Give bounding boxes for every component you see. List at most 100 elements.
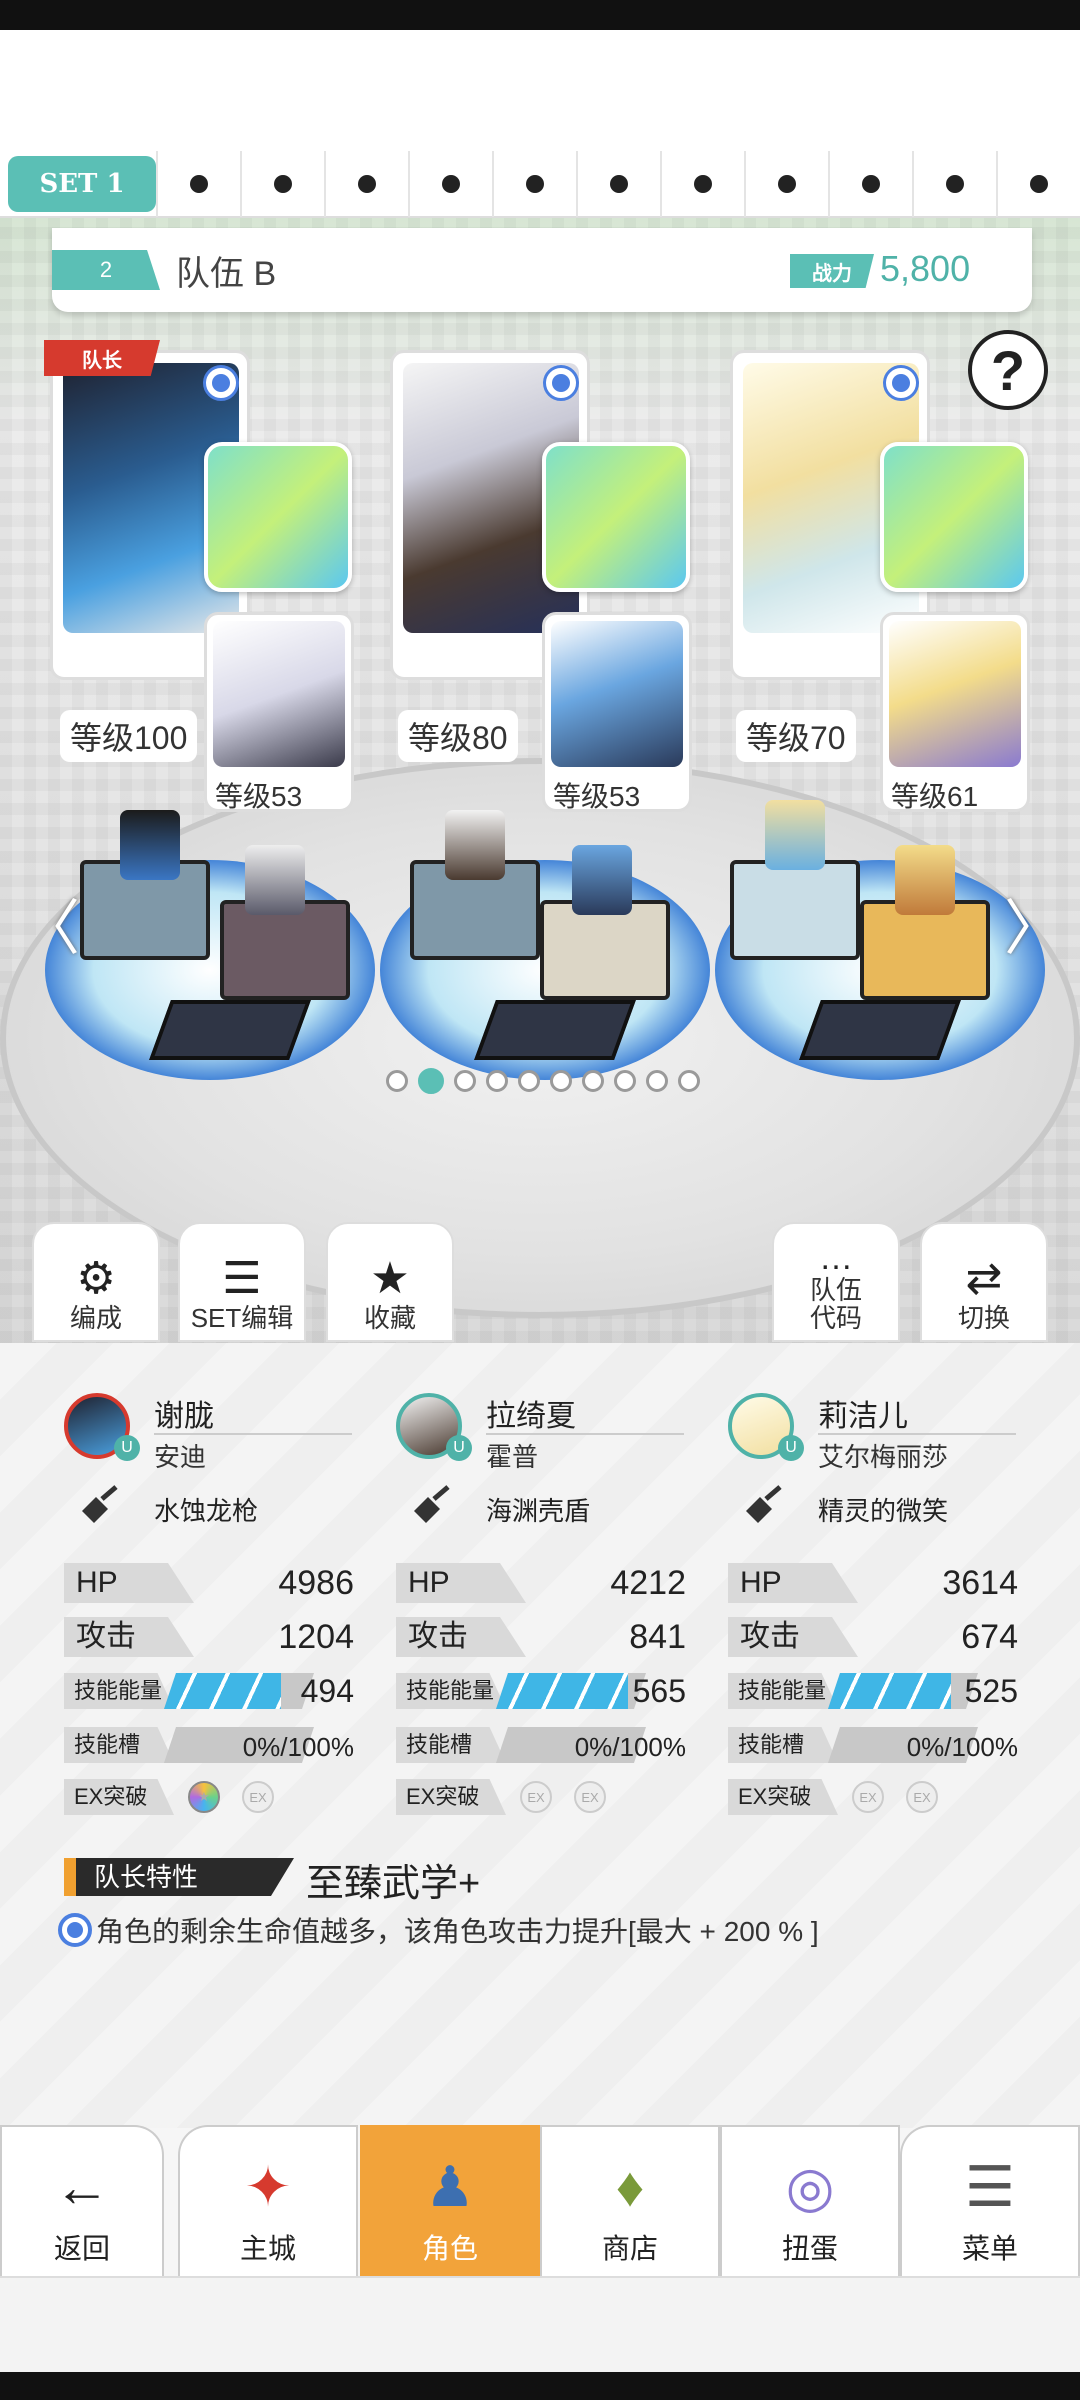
atk-value: 841 <box>629 1618 686 1656</box>
energy-fill <box>496 1673 628 1709</box>
set-tab[interactable] <box>492 151 576 217</box>
select-radio-icon[interactable] <box>203 365 239 401</box>
slot-label: 技能槽 <box>728 1727 838 1763</box>
shop-bag-icon: ♦ <box>615 2155 645 2218</box>
character-icon: ♟ <box>424 2155 476 2218</box>
page-dot[interactable] <box>518 1070 540 1092</box>
stats-column-3: U 莉洁儿 艾尔梅丽莎 精灵的微笑 HP 3614 攻击 674 技能能量 525 技… <box>728 1343 1028 1903</box>
spear-icon[interactable] <box>204 442 352 592</box>
sub-level: 等级61 <box>891 781 979 812</box>
sub-portrait-image <box>213 621 345 767</box>
select-radio-icon[interactable] <box>543 365 579 401</box>
energy-label: 技能能量 <box>64 1673 174 1709</box>
chevron-left-icon[interactable]: 〈 <box>20 880 80 967</box>
set-tab[interactable] <box>408 151 492 217</box>
set-tab[interactable] <box>660 151 744 217</box>
hp-label: HP <box>64 1563 194 1603</box>
page-dot[interactable] <box>454 1070 476 1092</box>
back-label: 返回 <box>53 2233 110 2264</box>
energy-gauge <box>164 1673 314 1709</box>
ex-badge[interactable]: EX <box>574 1781 606 1813</box>
energy-gauge <box>828 1673 978 1709</box>
page-dot[interactable] <box>386 1070 408 1092</box>
set-tab[interactable] <box>996 151 1080 217</box>
castle-icon: ✦ <box>244 2155 292 2218</box>
hp-value: 4212 <box>610 1564 686 1602</box>
swap-icon: ⇄ <box>965 1254 1003 1303</box>
select-radio-icon[interactable] <box>883 365 919 401</box>
hp-value: 3614 <box>942 1564 1018 1602</box>
person-gear-icon: ⚙ <box>76 1254 116 1303</box>
page-dot[interactable] <box>486 1070 508 1092</box>
nav-character[interactable]: ♟ 角色 <box>360 2125 540 2277</box>
set-tab-active[interactable]: SET 1 <box>8 156 156 212</box>
gacha-label: 扭蛋 <box>781 2233 838 2264</box>
page-dot[interactable] <box>582 1070 604 1092</box>
nav-main-city[interactable]: ✦ 主城 <box>178 2125 358 2277</box>
formation-button[interactable]: ⚙ 编成 <box>32 1222 160 1342</box>
set-tab[interactable] <box>324 151 408 217</box>
set-tab[interactable] <box>240 151 324 217</box>
divider <box>486 1433 684 1435</box>
energy-row: 技能能量 525 <box>728 1671 1018 1715</box>
pager <box>386 1068 700 1094</box>
atk-row: 攻击 841 <box>396 1617 686 1661</box>
page-dot[interactable] <box>646 1070 668 1092</box>
ex-badge[interactable]: EX <box>242 1781 274 1813</box>
set-tabs: SET 1 <box>0 151 1080 218</box>
ex-badge[interactable]: EX <box>852 1781 884 1813</box>
energy-fill <box>164 1673 281 1709</box>
set-tab[interactable] <box>576 151 660 217</box>
atk-value: 674 <box>961 1618 1018 1656</box>
sub-card-3[interactable]: 等级61 <box>880 612 1030 812</box>
captain-badge: 队长 <box>44 340 160 376</box>
team-bar: 2 队伍 B 战力 5,800 <box>52 228 1032 312</box>
pixel-sprite <box>245 845 305 915</box>
slot-label: 技能槽 <box>396 1727 506 1763</box>
team-code-label-2: 代码 <box>809 1303 862 1333</box>
hp-label: HP <box>728 1563 858 1603</box>
leader-trait-label: 队长特性 <box>64 1858 294 1896</box>
page-dot[interactable] <box>550 1070 572 1092</box>
member-level: 等级80 <box>398 710 518 762</box>
atk-label: 攻击 <box>728 1617 858 1657</box>
switch-button[interactable]: ⇄ 切换 <box>920 1222 1048 1342</box>
energy-value: 565 <box>632 1673 686 1709</box>
help-button[interactable]: ? <box>968 330 1048 410</box>
nav-menu[interactable]: ☰ 菜单 <box>900 2125 1080 2277</box>
partner-name: 安迪 <box>154 1442 207 1472</box>
nav-gacha[interactable]: ◎ 扭蛋 <box>720 2125 900 2277</box>
page-dot[interactable] <box>678 1070 700 1092</box>
shield-icon[interactable] <box>542 442 690 592</box>
list-icon: ☰ <box>222 1254 262 1303</box>
back-button[interactable]: ← 返回 <box>0 2125 164 2277</box>
weapon-icon <box>746 1485 782 1523</box>
stats-column-2: U 拉绮夏 霍普 海渊壳盾 HP 4212 攻击 841 技能能量 565 技能槽 0%… <box>396 1343 696 1903</box>
page-dot-active[interactable] <box>418 1068 444 1094</box>
leader-trait-description: 角色的剩余生命值越多，该角色攻击力提升[最大 + 200 % ] <box>58 1910 819 1950</box>
team-code-button[interactable]: … 队伍 代码 <box>772 1222 900 1342</box>
nav-footer-strip <box>0 2276 1080 2372</box>
sub-card-1[interactable]: 等级53 <box>204 612 354 812</box>
ex-star-icon[interactable]: ★ <box>188 1781 220 1813</box>
sub-level: 等级53 <box>553 781 641 812</box>
page-dot[interactable] <box>614 1070 636 1092</box>
nav-shop[interactable]: ♦ 商店 <box>540 2125 720 2277</box>
chevron-right-icon[interactable]: 〉 <box>1004 880 1064 967</box>
team-name[interactable]: 队伍 B <box>176 246 276 295</box>
set-tab[interactable] <box>156 151 240 217</box>
atk-row: 攻击 674 <box>728 1617 1018 1661</box>
orb-icon[interactable] <box>880 442 1028 592</box>
ex-badge[interactable]: EX <box>906 1781 938 1813</box>
ex-badge[interactable]: EX <box>520 1781 552 1813</box>
ex-label: EX突破 <box>64 1779 174 1815</box>
energy-value: 494 <box>300 1673 354 1709</box>
sub-portrait-image <box>551 621 683 767</box>
set-tab[interactable] <box>744 151 828 217</box>
sub-card-2[interactable]: 等级53 <box>542 612 692 812</box>
set-tab[interactable] <box>828 151 912 217</box>
gacha-capsule-icon: ◎ <box>785 2155 835 2218</box>
set-tab[interactable] <box>912 151 996 217</box>
set-edit-button[interactable]: ☰ SET编辑 <box>178 1222 306 1342</box>
favorite-button[interactable]: ★ 收藏 <box>326 1222 454 1342</box>
